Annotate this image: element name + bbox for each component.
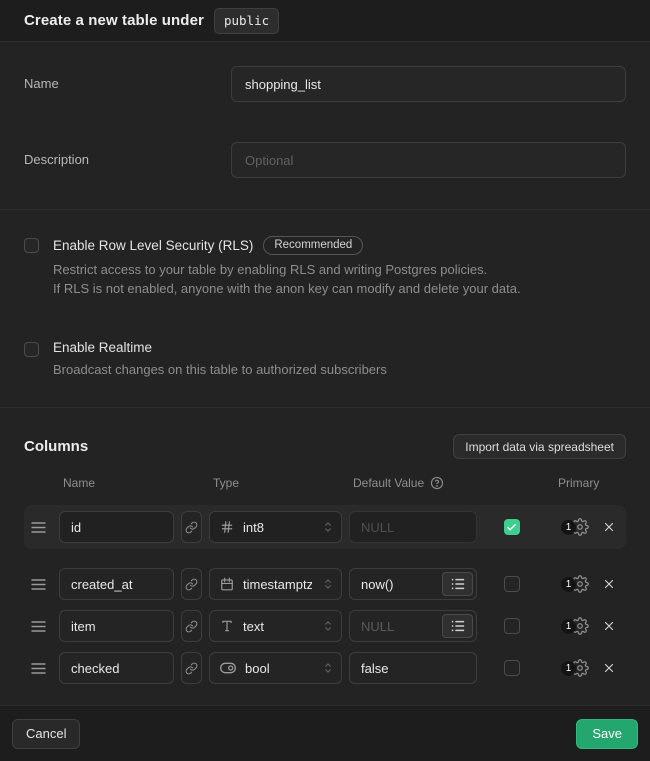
boolean-icon [220,662,236,674]
name-field-row: Name [24,66,626,102]
table-row: timestamptz 1 [24,568,626,600]
primary-checkbox[interactable] [504,576,520,592]
foreign-key-link-icon[interactable] [181,511,202,543]
table-options-section: Enable Row Level Security (RLS) Recommen… [0,210,650,408]
column-settings-button[interactable]: 1 [561,659,589,677]
default-suggestions-button[interactable] [442,572,473,596]
column-name-input[interactable] [59,610,174,642]
rls-description-line2: If RLS is not enabled, anyone with the a… [53,279,521,298]
page-title: Create a new table under [24,12,204,29]
default-suggestions-button[interactable] [442,614,473,638]
settings-count-badge: 1 [561,619,576,634]
rls-checkbox[interactable] [24,238,39,253]
column-name-input[interactable] [59,652,174,684]
column-header-name: Name [59,476,174,490]
check-icon [506,522,517,533]
column-header-primary: Primary [546,476,626,490]
cancel-button[interactable]: Cancel [12,719,80,749]
dialog-footer: Cancel Save [0,706,650,761]
rls-description-line1: Restrict access to your table by enablin… [53,260,521,279]
table-row: bool 1 [24,652,626,684]
column-type-select[interactable]: int8 [209,511,342,543]
remove-column-button[interactable] [602,520,616,534]
name-label: Name [24,66,231,91]
table-description-input[interactable] [231,142,626,178]
column-header-type: Type [209,476,342,490]
rls-toggle-block: Enable Row Level Security (RLS) Recommen… [24,236,626,298]
column-type-label: timestamptz [243,577,312,592]
settings-count-badge: 1 [561,520,576,535]
column-settings-button[interactable]: 1 [561,518,589,536]
recommended-badge: Recommended [263,236,363,255]
chevron-updown-icon [321,577,335,591]
column-type-select[interactable]: bool [209,652,342,684]
column-header-default: Default Value [353,476,424,490]
column-type-select[interactable]: text [209,610,342,642]
column-default-input[interactable] [349,652,477,684]
settings-count-badge: 1 [561,661,576,676]
columns-title: Columns [24,438,88,455]
columns-section: Columns Import data via spreadsheet Name… [0,408,650,706]
table-details-section: Name Description [0,42,650,210]
column-type-select[interactable]: timestamptz [209,568,342,600]
foreign-key-link-icon[interactable] [181,652,202,684]
settings-count-badge: 1 [561,577,576,592]
drag-handle-icon[interactable] [24,663,52,674]
text-type-icon [220,619,234,633]
remove-column-button[interactable] [602,619,616,633]
primary-checkbox[interactable] [504,618,520,634]
drag-handle-icon[interactable] [24,522,52,533]
realtime-label: Enable Realtime [53,340,152,355]
column-default-input [349,511,477,543]
column-name-input[interactable] [59,568,174,600]
column-row-highlight: int8 1 [24,505,626,549]
column-settings-button[interactable]: 1 [561,617,589,635]
column-settings-button[interactable]: 1 [561,575,589,593]
rls-label: Enable Row Level Security (RLS) [53,238,253,253]
column-type-label: bool [245,661,312,676]
realtime-checkbox[interactable] [24,342,39,357]
remove-column-button[interactable] [602,577,616,591]
drag-handle-icon[interactable] [24,621,52,632]
calendar-icon [220,577,234,591]
table-name-input[interactable] [231,66,626,102]
chevron-updown-icon [321,520,335,534]
primary-checkbox[interactable] [504,660,520,676]
primary-checkbox[interactable] [504,519,520,535]
column-name-input[interactable] [59,511,174,543]
description-field-row: Description [24,142,626,178]
schema-badge: public [214,8,279,34]
save-button[interactable]: Save [576,719,638,749]
remove-column-button[interactable] [602,661,616,675]
realtime-description: Broadcast changes on this table to autho… [53,360,387,379]
help-icon[interactable] [430,476,444,490]
description-label: Description [24,142,231,167]
hash-icon [220,520,234,534]
columns-header-row: Name Type Default Value Primary [24,476,626,490]
foreign-key-link-icon[interactable] [181,610,202,642]
foreign-key-link-icon[interactable] [181,568,202,600]
table-row: int8 1 [24,511,626,543]
chevron-updown-icon [321,619,335,633]
column-type-label: text [243,619,312,634]
table-row: text 1 [24,610,626,642]
dialog-header: Create a new table under public [0,0,650,42]
drag-handle-icon[interactable] [24,579,52,590]
column-type-label: int8 [243,520,312,535]
chevron-updown-icon [321,661,335,675]
realtime-toggle-block: Enable Realtime Broadcast changes on thi… [24,340,626,379]
import-spreadsheet-button[interactable]: Import data via spreadsheet [453,434,626,459]
